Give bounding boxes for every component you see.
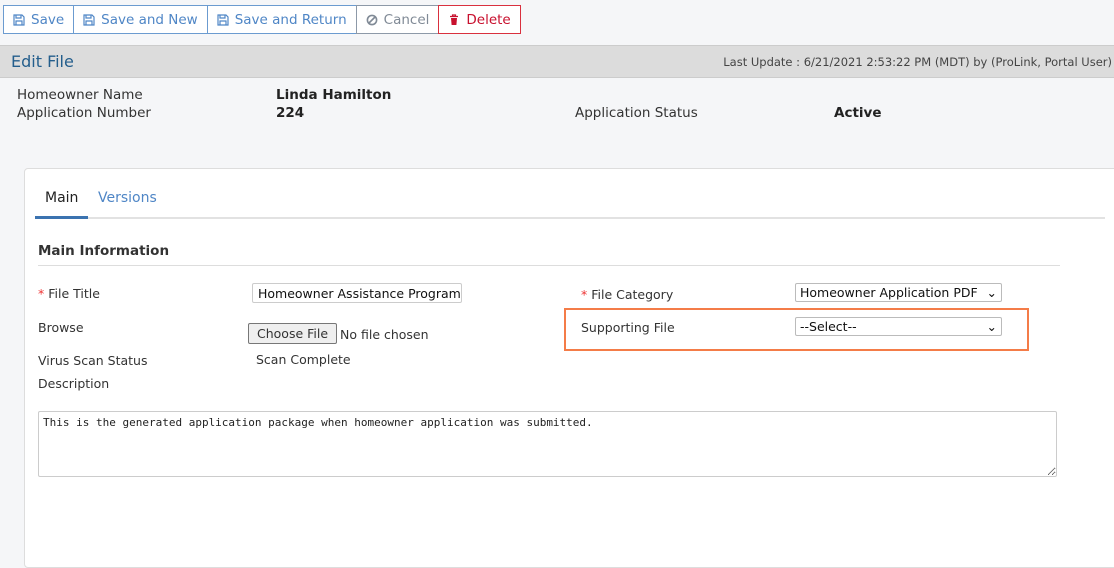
homeowner-label: Homeowner Name <box>17 87 143 103</box>
cancel-label: Cancel <box>383 11 430 28</box>
ban-icon <box>366 14 378 25</box>
supporting-file-label: Supporting File <box>581 320 675 335</box>
save-and-return-button[interactable]: Save and Return <box>206 5 357 34</box>
tab-bar: Main Versions <box>35 179 1105 219</box>
required-mark: * <box>38 286 45 301</box>
application-number-label: Application Number <box>17 105 151 121</box>
section-title: Main Information <box>38 243 1060 266</box>
save-button[interactable]: Save <box>3 5 75 34</box>
choose-file-button[interactable]: Choose File <box>248 323 338 344</box>
floppy-icon <box>13 13 25 26</box>
save-and-new-label: Save and New <box>101 11 198 28</box>
page-title: Edit File <box>11 52 74 71</box>
toolbar: Save Save and New Save and Return Cancel… <box>3 5 521 34</box>
file-title-label: * File Title <box>38 286 100 301</box>
file-category-label-text: File Category <box>591 287 674 302</box>
save-and-new-button[interactable]: Save and New <box>73 5 208 34</box>
file-category-label: * File Category <box>581 287 673 302</box>
floppy-icon <box>83 13 95 26</box>
save-and-return-label: Save and Return <box>234 11 347 28</box>
edit-file-card: Main Versions Main Information * File Ti… <box>24 168 1114 568</box>
cancel-button[interactable]: Cancel <box>355 5 440 34</box>
supporting-file-select[interactable]: --Select-- ⌄ <box>795 317 1002 336</box>
trash-icon <box>450 13 459 25</box>
supporting-file-value: --Select-- <box>800 319 857 334</box>
application-status-value: Active <box>834 105 882 121</box>
chevron-down-icon: ⌄ <box>986 319 997 334</box>
save-label: Save <box>31 11 65 28</box>
virus-scan-value: Scan Complete <box>256 352 351 367</box>
delete-button[interactable]: Delete <box>438 5 521 34</box>
description-textarea[interactable]: This is the generated application packag… <box>38 411 1057 477</box>
file-title-input[interactable]: Homeowner Assistance Program Su <box>252 283 462 303</box>
homeowner-value: Linda Hamilton <box>276 87 392 103</box>
tab-versions[interactable]: Versions <box>98 190 157 206</box>
browse-label: Browse <box>38 320 84 335</box>
chevron-down-icon: ⌄ <box>986 285 997 300</box>
no-file-chosen: No file chosen <box>340 327 429 342</box>
file-category-value: Homeowner Application PDF <box>800 285 978 300</box>
file-category-select[interactable]: Homeowner Application PDF ⌄ <box>795 283 1002 302</box>
page-header: Edit File Last Update : 6/21/2021 2:53:2… <box>0 45 1114 78</box>
last-update: Last Update : 6/21/2021 2:53:22 PM (MDT)… <box>723 55 1112 69</box>
required-mark: * <box>581 287 588 302</box>
floppy-icon <box>217 13 229 26</box>
file-title-label-text: File Title <box>48 286 100 301</box>
description-label: Description <box>38 376 110 391</box>
delete-label: Delete <box>466 11 511 28</box>
tab-main[interactable]: Main <box>35 190 88 219</box>
application-number-value: 224 <box>276 105 305 121</box>
application-status-label: Application Status <box>575 105 698 121</box>
virus-scan-label: Virus Scan Status <box>38 353 148 368</box>
